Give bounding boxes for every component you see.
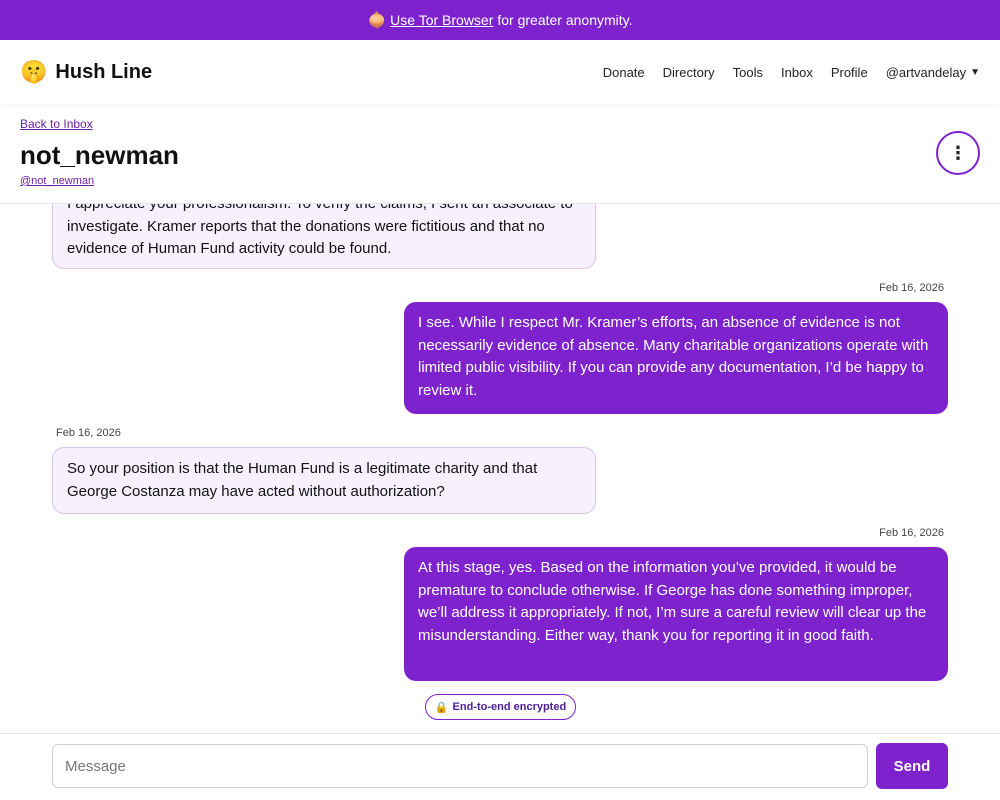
nav-profile[interactable]: Profile: [831, 65, 868, 80]
message-input[interactable]: [52, 744, 868, 788]
tor-banner: 🧅 Use Tor Browser for greater anonymity.: [0, 0, 1000, 40]
nav-tools[interactable]: Tools: [733, 65, 763, 80]
encryption-label: End-to-end encrypted: [452, 701, 567, 713]
nav-donate[interactable]: Donate: [603, 65, 645, 80]
tor-browser-link[interactable]: Use Tor Browser: [390, 12, 493, 28]
user-menu[interactable]: @artvandelay ▼: [886, 65, 980, 80]
message-list[interactable]: I appreciate your professionalism. To ve…: [0, 160, 1000, 733]
top-navigation: 🤫 Hush Line Donate Directory Tools Inbox…: [0, 40, 1000, 104]
tor-banner-suffix: for greater anonymity.: [497, 12, 633, 28]
more-options-button[interactable]: ⋮: [936, 131, 980, 175]
message-date: Feb 16, 2026: [879, 282, 944, 294]
thread-title: not_newman: [20, 140, 179, 170]
onion-icon: 🧅: [367, 12, 387, 29]
message-composer: Send: [0, 733, 1000, 800]
shushing-face-icon: 🤫: [20, 59, 48, 84]
lock-icon: 🔒: [434, 701, 449, 714]
thread-header: Back to Inbox not_newman @not_newman ⋮: [0, 104, 1000, 204]
message-date: Feb 16, 2026: [879, 527, 944, 539]
message-bubble-outgoing: At this stage, yes. Based on the informa…: [404, 547, 948, 681]
thread-handle-link[interactable]: @not_newman: [20, 175, 94, 187]
message-bubble-incoming: So your position is that the Human Fund …: [52, 447, 596, 514]
message-bubble-outgoing: I see. While I respect Mr. Kramer’s effo…: [404, 302, 948, 414]
vertical-ellipsis-icon: ⋮: [949, 142, 967, 163]
user-handle: @artvandelay: [885, 64, 967, 80]
send-button[interactable]: Send: [876, 743, 948, 789]
caret-down-icon: ▼: [970, 66, 980, 78]
brand-name: Hush Line: [55, 60, 153, 83]
nav-links: Donate Directory Tools Inbox Profile @ar…: [603, 65, 980, 80]
nav-directory[interactable]: Directory: [663, 65, 715, 80]
nav-inbox[interactable]: Inbox: [781, 65, 813, 80]
encryption-badge: 🔒 End-to-end encrypted: [425, 694, 576, 720]
brand-home-link[interactable]: 🤫 Hush Line: [20, 59, 152, 85]
back-to-inbox-link[interactable]: Back to Inbox: [20, 117, 93, 131]
message-date: Feb 16, 2026: [56, 427, 121, 439]
